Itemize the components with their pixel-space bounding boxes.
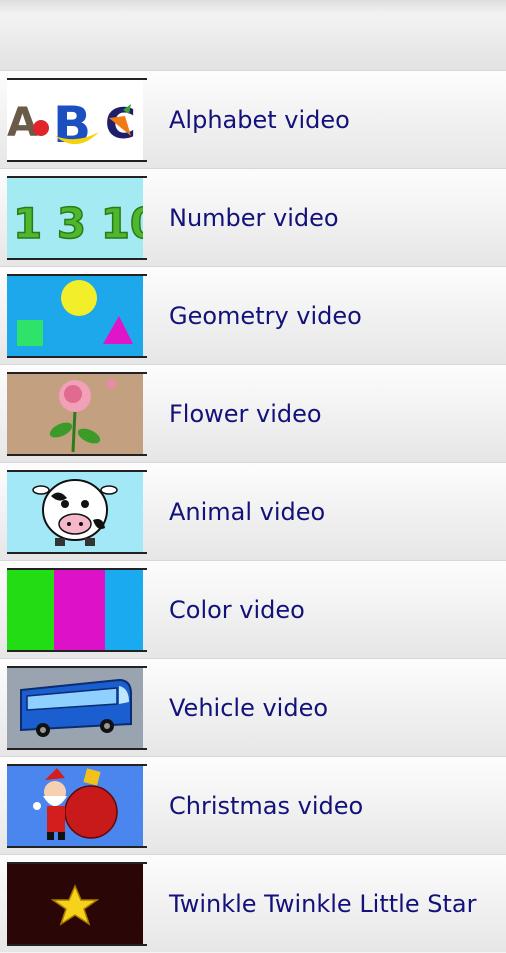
list-item-label: Color video bbox=[169, 596, 305, 624]
star-icon bbox=[7, 862, 147, 946]
cow-icon bbox=[7, 470, 147, 554]
list-item-label: Alphabet video bbox=[169, 106, 350, 134]
abc-icon: A B C bbox=[7, 78, 147, 162]
list-item-label: Number video bbox=[169, 204, 339, 232]
list-item-label: Animal video bbox=[169, 498, 326, 526]
list-item-color-video[interactable]: Color video bbox=[0, 560, 506, 658]
svg-text:B: B bbox=[53, 96, 91, 154]
numbers-icon: 1 3 10 bbox=[7, 176, 147, 260]
list-item-twinkle-video[interactable]: Twinkle Twinkle Little Star bbox=[0, 854, 506, 952]
list-item-geometry-video[interactable]: Geometry video bbox=[0, 266, 506, 364]
action-bar bbox=[0, 0, 506, 70]
color-stripes-icon bbox=[7, 568, 147, 652]
list-item-flower-video[interactable]: Flower video bbox=[0, 364, 506, 462]
shapes-icon bbox=[7, 274, 147, 358]
rose-icon bbox=[7, 372, 147, 456]
list-item-label: Christmas video bbox=[169, 792, 364, 820]
list-item-label: Flower video bbox=[169, 400, 322, 428]
santa-icon bbox=[7, 764, 147, 848]
list-item-vehicle-video[interactable]: Vehicle video bbox=[0, 658, 506, 756]
list-item-label: Vehicle video bbox=[169, 694, 329, 722]
list-item-number-video[interactable]: 1 3 10 Number video bbox=[0, 168, 506, 266]
list-item-alphabet-video[interactable]: A B C Alphabet video bbox=[0, 70, 506, 168]
list-item-animal-video[interactable]: Animal video bbox=[0, 462, 506, 560]
numbers-text: 1 3 10 bbox=[13, 199, 143, 248]
list-item-christmas-video[interactable]: Christmas video bbox=[0, 756, 506, 854]
svg-text:A: A bbox=[7, 100, 38, 146]
list-item-label: Geometry video bbox=[169, 302, 362, 330]
bus-icon bbox=[7, 666, 147, 750]
list-item-label: Twinkle Twinkle Little Star bbox=[169, 890, 477, 918]
